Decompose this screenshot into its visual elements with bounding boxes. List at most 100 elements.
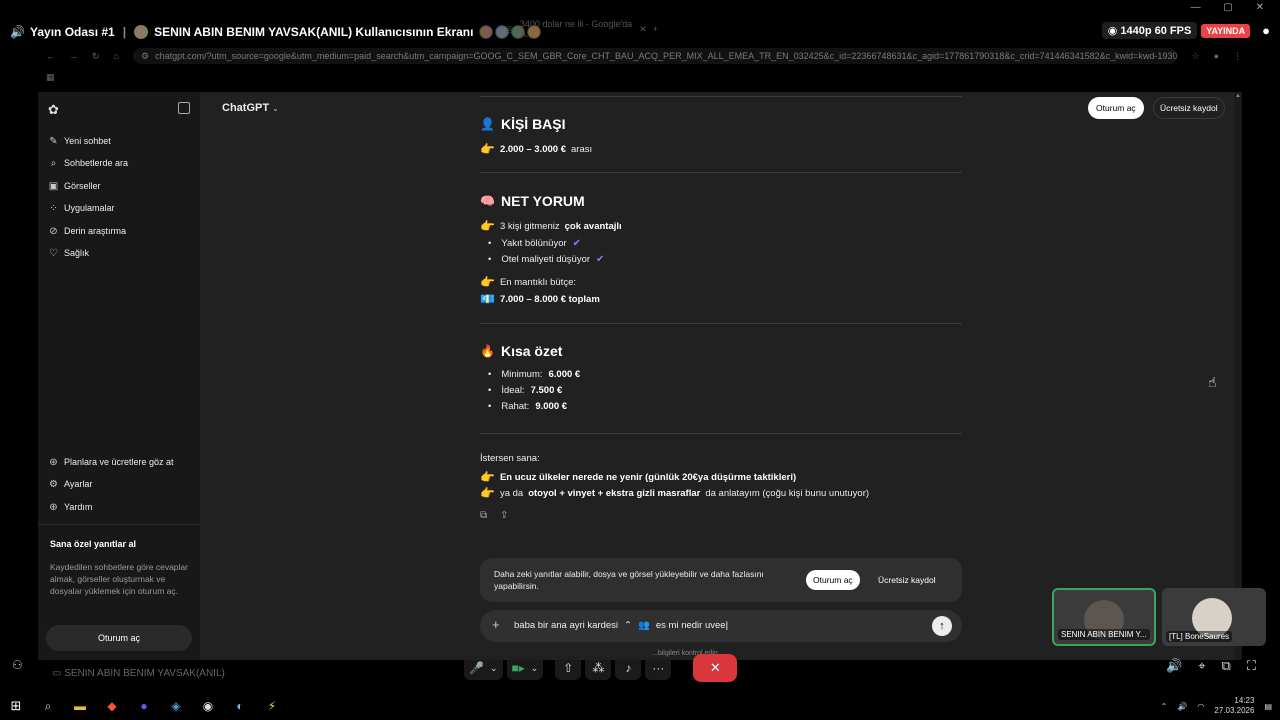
- sidebar-item-images[interactable]: ▣ Görseller: [48, 177, 101, 195]
- new-tab-icon[interactable]: +: [653, 24, 658, 34]
- pointing-hand-icon: 👉: [480, 219, 495, 233]
- microphone-button[interactable]: 🎤 ⌄: [464, 656, 503, 680]
- sidebar-login-button[interactable]: Oturum aç: [46, 625, 192, 651]
- sidebar-item-apps[interactable]: ⁘ Uygulamalar: [48, 199, 114, 217]
- sidebar-item-label: Yeni sohbet: [64, 136, 111, 146]
- clock[interactable]: 14:23 27.03.2026: [1214, 696, 1254, 716]
- speaker-icon[interactable]: 🔊: [1177, 702, 1187, 711]
- chevron-up-icon[interactable]: ⌃: [1161, 702, 1168, 711]
- bookmark-star-icon[interactable]: ☆: [1191, 51, 1199, 62]
- apps-grid-icon[interactable]: ▦: [46, 72, 55, 83]
- sidebar-item-settings[interactable]: ⚙ Ayarlar: [48, 475, 92, 493]
- back-icon[interactable]: ←: [46, 51, 55, 61]
- network-app-icon[interactable]: ◈: [160, 692, 192, 720]
- search-icon[interactable]: ⌕: [32, 692, 64, 720]
- window-controls[interactable]: — ▢ ✕: [1191, 2, 1274, 13]
- help-icon: ⊕: [49, 501, 58, 513]
- sidebar-item-label: Planlara ve ücretlere göz at: [64, 457, 174, 467]
- openai-logo-icon[interactable]: ✿: [48, 102, 62, 117]
- browser-tab[interactable]: ◎ 3400 dolar ne ili - Google'da A... ✕ +: [506, 19, 658, 39]
- discord-icon[interactable]: ●: [128, 692, 160, 720]
- sidebar-toggle-icon[interactable]: [178, 102, 190, 114]
- more-button[interactable]: ···: [645, 656, 672, 680]
- url-bar[interactable]: ⚙ chatgpt.com/?utm_source=google&utm_med…: [132, 48, 1178, 64]
- stream-owner-name: ▭ SENIN ABIN BENIM YAVSAK(ANIL): [52, 668, 225, 679]
- home-icon[interactable]: ⌂: [114, 51, 119, 61]
- search-icon: ⌕: [50, 157, 57, 169]
- overlay-chevron-up-icon[interactable]: ⌃: [624, 620, 632, 631]
- activities-icon: ⁂: [592, 661, 605, 675]
- plus-icon[interactable]: +: [492, 617, 500, 632]
- list-item: Yakıt bölünüyor ✔: [488, 238, 581, 249]
- plans-icon: ⊛: [49, 456, 58, 468]
- steam-icon[interactable]: ◐: [224, 692, 256, 720]
- settings-icon: ⚙: [49, 478, 58, 490]
- soundboard-button[interactable]: ♪: [615, 656, 642, 680]
- sidebar-item-search[interactable]: ⌕ Sohbetlerde ara: [48, 154, 128, 172]
- chevron-down-icon[interactable]: ⌄: [531, 663, 539, 674]
- sidebar-item-health[interactable]: ♡ Sağlık: [48, 244, 89, 262]
- upsell-signup-button[interactable]: Ücretsiz kaydol: [872, 570, 942, 590]
- section-heading-per-person: 👤 KİŞİ BAŞI: [480, 116, 566, 132]
- windows-start-icon[interactable]: ⊞: [0, 698, 32, 714]
- volume-icon[interactable]: 🔊: [1166, 658, 1182, 674]
- people-icon[interactable]: 👥: [638, 620, 650, 631]
- sidebar-item-help[interactable]: ⊕ Yardım: [48, 498, 92, 516]
- sidebar-promo: Sana özel yanıtlar al Kaydedilen sohbetl…: [38, 524, 200, 660]
- sidebar-item-plans[interactable]: ⊛ Planlara ve ücretlere göz at: [48, 453, 174, 471]
- copy-icon[interactable]: ⧉: [480, 510, 490, 521]
- obs-icon[interactable]: ◉: [192, 692, 224, 720]
- chevron-down-icon[interactable]: ⌄: [490, 663, 498, 674]
- brave-browser-icon[interactable]: ◆: [96, 692, 128, 720]
- list-item: İdeal: 7.500 €: [488, 385, 562, 396]
- composer-input[interactable]: baba bir ana ayri kardesi ⌃ 👥 es mi nedir u…: [514, 620, 728, 631]
- chat-bubble-icon[interactable]: ●: [1262, 23, 1270, 38]
- model-selector[interactable]: ChatGPT ⌄: [222, 102, 279, 114]
- forward-icon[interactable]: →: [69, 51, 78, 61]
- image-icon: ▣: [48, 180, 59, 192]
- menu-icon[interactable]: ⋮: [1233, 51, 1242, 62]
- pointing-hand-icon: 👉: [480, 142, 495, 156]
- activities-button[interactable]: ⁂: [585, 656, 612, 680]
- list-item: Rahat: 9.000 €: [488, 401, 567, 412]
- divider: [480, 96, 962, 97]
- scrollbar[interactable]: ▲: [1234, 92, 1242, 660]
- camera-button[interactable]: ■▸ ⌄: [506, 656, 544, 680]
- pin-icon[interactable]: ⌖: [1198, 658, 1205, 674]
- camera-tile[interactable]: SENIN ABIN BENIM Y...: [1052, 588, 1156, 646]
- share-icon[interactable]: ⇪: [500, 510, 510, 521]
- screen-share-button[interactable]: ⇧: [555, 656, 582, 680]
- camera-label: [TL] BoneSaures: [1166, 631, 1233, 642]
- sidebar-item-deep-research[interactable]: ⊘ Derin araştırma: [48, 222, 126, 240]
- close-tab-icon[interactable]: ✕: [639, 24, 647, 35]
- scroll-up-icon[interactable]: ▲: [1235, 93, 1241, 99]
- header-signup-button[interactable]: Ücretsiz kaydol: [1153, 97, 1225, 119]
- send-button[interactable]: ↑: [932, 616, 952, 636]
- list-item: Otel maliyeti düşüyor ✔: [488, 254, 604, 265]
- leave-call-button[interactable]: ✕: [693, 654, 738, 682]
- fullscreen-icon[interactable]: ⛶: [1247, 658, 1256, 674]
- reload-icon[interactable]: ↻: [92, 51, 100, 62]
- popout-icon[interactable]: ⧉: [1222, 658, 1231, 674]
- sidebar-item-new-chat[interactable]: ✎ Yeni sohbet: [48, 132, 111, 150]
- message-composer[interactable]: + baba bir ana ayri kardesi ⌃ 👥 es mi nedir…: [480, 610, 962, 642]
- fire-icon: 🔥: [480, 344, 495, 358]
- url-text: chatgpt.com/?utm_source=google&utm_mediu…: [155, 51, 1178, 61]
- clock-time: 14:23: [1234, 696, 1255, 705]
- camera-label: SENIN ABIN BENIM Y...: [1058, 629, 1150, 640]
- app-icon[interactable]: ⚡: [256, 692, 288, 720]
- notification-icon[interactable]: ▤: [1264, 702, 1272, 711]
- camera-tile[interactable]: [TL] BoneSaures: [1162, 588, 1266, 646]
- budget-label-line: 👉 En mantıklı bütçe:: [480, 275, 576, 289]
- file-explorer-icon[interactable]: ▬: [64, 692, 96, 720]
- header-login-button[interactable]: Oturum aç: [1088, 97, 1144, 119]
- channel-name[interactable]: Yayın Odası #1: [30, 25, 115, 39]
- person-icon: 👤: [480, 117, 495, 131]
- divider: [480, 433, 962, 434]
- site-info-icon[interactable]: ⚙: [141, 51, 149, 62]
- profile-icon[interactable]: ●: [1214, 51, 1219, 61]
- wifi-icon[interactable]: ◠: [1197, 702, 1204, 711]
- upsell-login-button[interactable]: Oturum aç: [806, 570, 860, 590]
- separator: |: [122, 25, 127, 39]
- add-person-icon[interactable]: ⚇: [12, 658, 23, 672]
